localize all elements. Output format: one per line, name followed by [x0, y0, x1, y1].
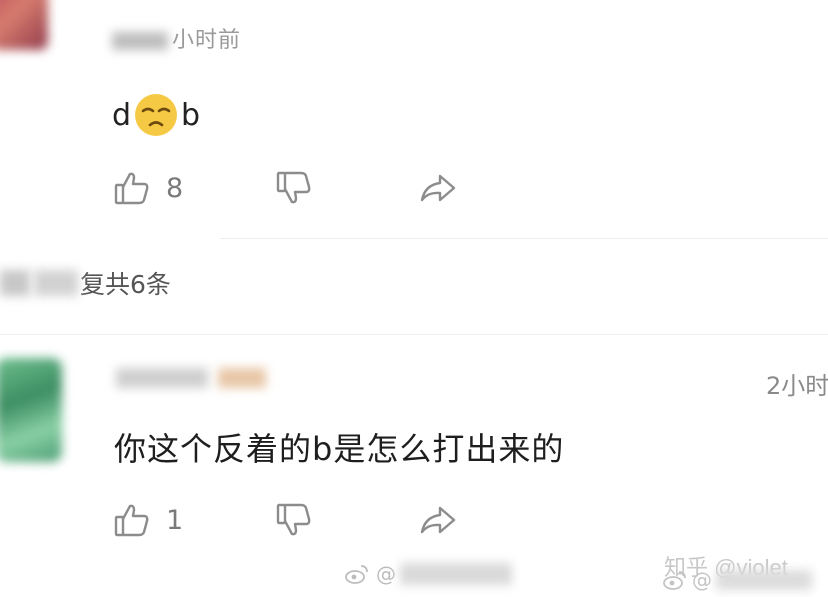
- comment-actions: 8: [112, 168, 458, 208]
- comment-time: 2小时: [766, 372, 828, 400]
- blurred-badge: [218, 368, 266, 388]
- thumbs-up-icon: [114, 172, 149, 205]
- divider: [220, 238, 828, 239]
- like-button[interactable]: 8: [112, 168, 274, 208]
- dislike-button[interactable]: [274, 168, 418, 208]
- commenter-avatar[interactable]: [0, 0, 48, 50]
- divider: [0, 334, 828, 335]
- blurred-text: [0, 270, 30, 296]
- share-arrow-icon: [420, 174, 456, 202]
- dislike-button[interactable]: [274, 500, 418, 540]
- comment-text-left: d: [112, 97, 132, 133]
- blurred-text: [34, 270, 78, 296]
- thumbs-up-icon: [114, 504, 149, 537]
- blurred-username: [116, 368, 208, 388]
- pensive-face-emoji-icon: [135, 94, 178, 136]
- like-count: 1: [166, 504, 184, 536]
- like-count: 8: [166, 172, 184, 204]
- blurred-account: [400, 563, 512, 585]
- share-button[interactable]: [418, 500, 458, 540]
- weibo-logo-icon: [663, 571, 686, 590]
- comment-meta: 小时前: [112, 22, 241, 54]
- weibo-watermark: @: [344, 562, 512, 586]
- share-arrow-icon: [420, 506, 456, 534]
- commenter-name[interactable]: [116, 368, 266, 388]
- comment-text: 你这个反着的b是怎么打出来的: [114, 430, 565, 468]
- comment-actions: 1: [112, 500, 458, 540]
- reply-count-link[interactable]: 复共6条: [0, 265, 171, 301]
- watermark-prefix: @: [376, 562, 396, 586]
- blurred-username: [112, 32, 168, 50]
- commenter-avatar[interactable]: [0, 358, 62, 462]
- comment-time: 小时前: [172, 28, 242, 53]
- reply-count-label: 复共6条: [80, 270, 171, 299]
- share-button[interactable]: [418, 168, 458, 208]
- comment-text-right: b: [181, 97, 201, 133]
- thumbs-down-icon: [276, 503, 311, 536]
- watermark-prefix: @: [692, 568, 712, 592]
- weibo-watermark-secondary: @: [662, 568, 812, 592]
- weibo-logo-icon: [345, 565, 368, 584]
- blurred-account: [716, 570, 812, 590]
- like-button[interactable]: 1: [112, 500, 274, 540]
- comment-text: d b: [112, 92, 200, 138]
- thumbs-down-icon: [276, 171, 311, 204]
